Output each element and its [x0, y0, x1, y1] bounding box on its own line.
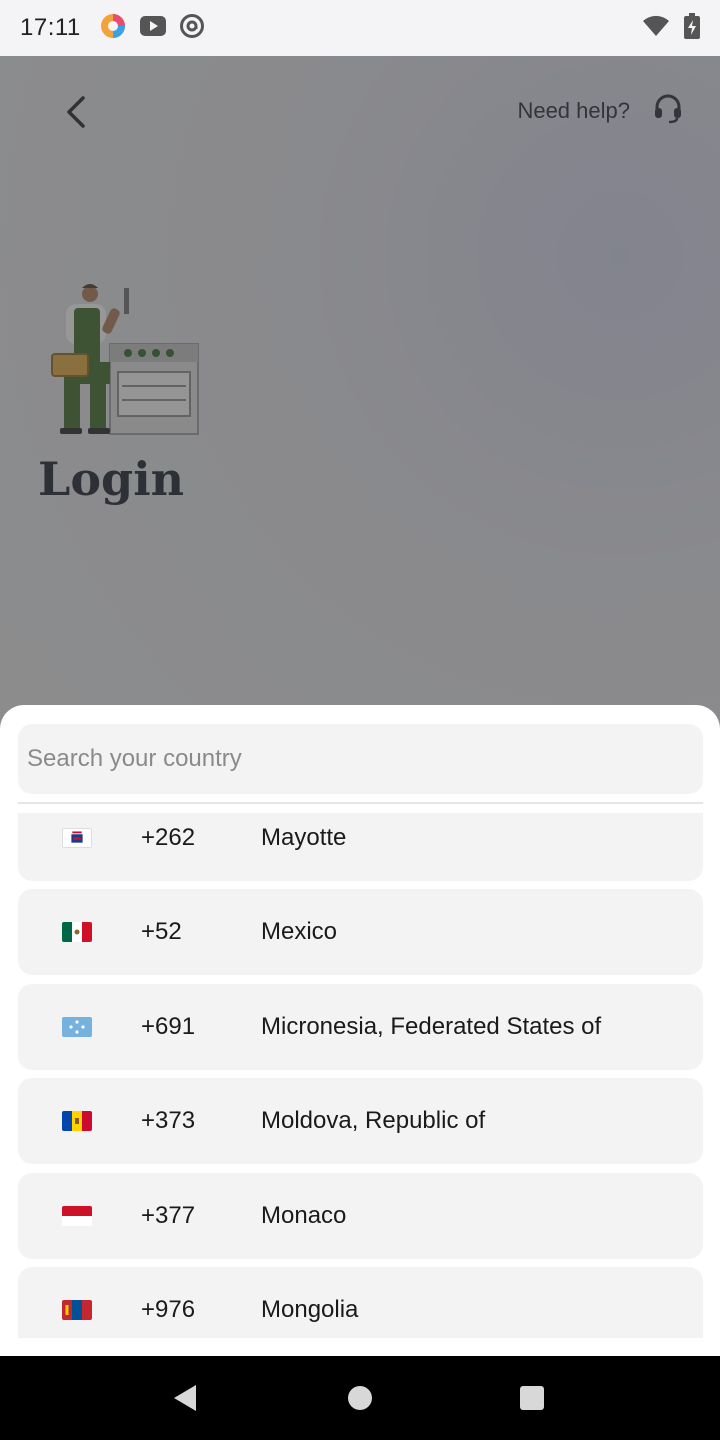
country-name: Mexico [261, 918, 338, 945]
recents-square-icon [520, 1386, 544, 1410]
country-list[interactable]: +262 Mayotte +52 Mexico +691 Micronesia,… [0, 813, 720, 1338]
wifi-icon [642, 15, 670, 42]
country-name: Mongolia [261, 1296, 359, 1323]
nav-back-button[interactable] [125, 1356, 245, 1440]
system-nav-bar [0, 1356, 720, 1440]
flag-md-icon [62, 1111, 92, 1131]
flag-fm-icon [62, 1017, 92, 1037]
country-name: Mayotte [261, 824, 347, 851]
country-row-moldova[interactable]: +373 Moldova, Republic of [18, 1078, 703, 1164]
flag-yt-icon [62, 828, 92, 848]
at-sign-icon [179, 13, 205, 44]
flag-mn-icon [62, 1300, 92, 1320]
status-time: 17:11 [20, 14, 81, 41]
divider [18, 802, 703, 804]
search-container [18, 724, 703, 794]
nav-recents-button[interactable] [472, 1356, 592, 1440]
country-picker-sheet: +262 Mayotte +52 Mexico +691 Micronesia,… [0, 705, 720, 1356]
system-icons [642, 12, 700, 44]
country-row-monaco[interactable]: +377 Monaco [18, 1173, 703, 1259]
dial-code: +691 [141, 1013, 196, 1040]
country-name: Micronesia, Federated States of [261, 1013, 602, 1040]
country-row-mongolia[interactable]: +976 Mongolia [18, 1267, 703, 1338]
flag-mc-icon [62, 1206, 92, 1226]
dial-code: +373 [141, 1107, 196, 1134]
dial-code: +52 [141, 918, 182, 945]
dial-code: +262 [141, 824, 196, 851]
country-search-input[interactable] [27, 745, 694, 773]
home-circle-icon [348, 1386, 372, 1410]
country-row-mayotte[interactable]: +262 Mayotte [18, 813, 703, 881]
dial-code: +377 [141, 1202, 196, 1229]
status-bar: 17:11 [0, 0, 720, 56]
country-row-micronesia[interactable]: +691 Micronesia, Federated States of [18, 984, 703, 1070]
country-name: Monaco [261, 1202, 347, 1229]
country-row-mexico[interactable]: +52 Mexico [18, 889, 703, 975]
country-name: Moldova, Republic of [261, 1107, 486, 1134]
back-triangle-icon [174, 1385, 196, 1411]
battery-charging-icon [684, 12, 700, 44]
dial-code: +976 [141, 1296, 196, 1323]
notification-icons [99, 12, 205, 45]
flag-mx-icon [62, 922, 92, 942]
nav-home-button[interactable] [300, 1356, 420, 1440]
app-icon [99, 12, 127, 45]
youtube-icon [139, 15, 167, 42]
